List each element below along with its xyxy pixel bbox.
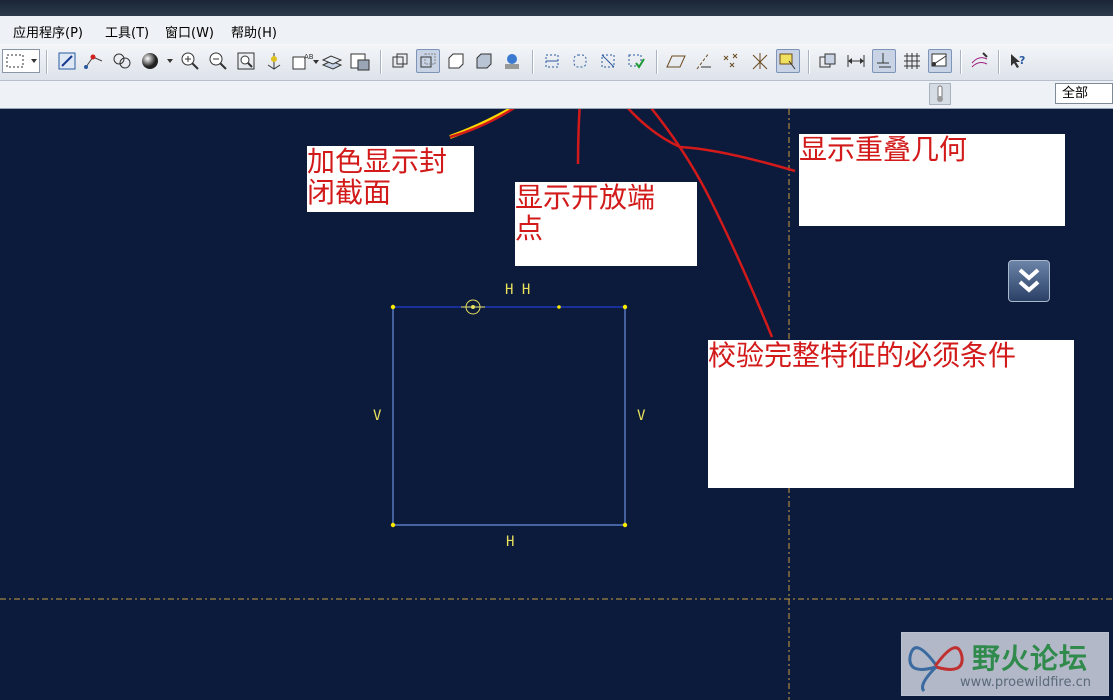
window-title-bar xyxy=(0,0,1113,16)
constraint-label-right: V xyxy=(637,408,646,424)
hidden-line-icon[interactable] xyxy=(416,49,440,73)
toolbar-separator xyxy=(46,50,48,74)
arrow-overlap xyxy=(627,109,796,173)
constraint-label-bottom: H xyxy=(506,534,515,550)
zoom-out-icon[interactable] xyxy=(206,49,230,73)
main-toolbar: AB ? xyxy=(0,44,1113,81)
toolbar-separator xyxy=(532,50,534,74)
annotation-line: 闭截面 xyxy=(307,176,392,209)
thermometer-icon[interactable] xyxy=(929,83,951,105)
select-box-icon[interactable] xyxy=(2,49,40,73)
dimension-display-icon[interactable] xyxy=(844,49,868,73)
butterfly-logo-icon xyxy=(908,646,964,693)
plane-display-icon[interactable] xyxy=(664,49,688,73)
annotation-line: 校验完整特征的必须条件 xyxy=(708,339,1017,372)
menu-window[interactable]: 窗口(W) xyxy=(165,22,214,41)
grid-display-icon[interactable] xyxy=(900,49,924,73)
arrow-open-ends xyxy=(576,109,581,165)
datum-point-icon[interactable] xyxy=(82,49,106,73)
overlapping-geometry-icon[interactable] xyxy=(596,49,620,73)
annotation-open-ends: 显示开放端 点 xyxy=(515,182,697,266)
appearance-icon[interactable] xyxy=(110,49,134,73)
shade-closed-loops-icon[interactable] xyxy=(540,49,564,73)
axis-display-icon[interactable] xyxy=(692,49,716,73)
sketcher-display-icon[interactable] xyxy=(500,49,524,73)
watermark-url: www.proewildfire.cn xyxy=(960,675,1091,690)
wireframe-icon[interactable] xyxy=(388,49,412,73)
no-hidden-icon[interactable] xyxy=(444,49,468,73)
selection-filter-select[interactable]: 全部 xyxy=(1055,83,1113,104)
arrow-shade-closed xyxy=(449,109,515,139)
csys-display-icon[interactable] xyxy=(748,49,772,73)
model-display-icon[interactable] xyxy=(348,49,372,73)
sketch-vertex xyxy=(622,522,628,528)
sketch-vertex xyxy=(390,522,396,528)
expand-panel-button[interactable] xyxy=(1008,260,1050,302)
saved-views-icon[interactable]: AB xyxy=(290,49,320,73)
paint-icon[interactable] xyxy=(968,49,992,73)
shading-sphere-icon[interactable] xyxy=(138,49,174,73)
annotation-line: 显示开放端 xyxy=(515,181,656,214)
toolbar-separator xyxy=(380,50,382,74)
annotation-overlap: 显示重叠几何 xyxy=(799,134,1065,226)
toolbar-separator xyxy=(656,50,658,74)
point-display-icon[interactable] xyxy=(720,49,744,73)
context-help-icon[interactable]: ? xyxy=(1006,49,1030,73)
sketch-icon[interactable] xyxy=(55,49,79,73)
menu-applications[interactable]: 应用程序(P) xyxy=(13,22,83,41)
annotation-line: 点 xyxy=(515,212,544,245)
menu-help[interactable]: 帮助(H) xyxy=(231,22,277,41)
annotation-feature-requirements: 校验完整特征的必须条件 xyxy=(708,340,1074,488)
sketch-midpoint xyxy=(557,305,561,309)
menu-bar: 应用程序(P) 工具(T) 窗口(W) 帮助(H) xyxy=(0,16,1113,45)
sketch-vertex xyxy=(390,304,396,310)
toolbar-separator xyxy=(960,50,962,74)
refit-icon[interactable] xyxy=(234,49,258,73)
double-chevron-down-icon xyxy=(1018,268,1040,293)
menu-tools[interactable]: 工具(T) xyxy=(105,22,149,41)
sketch-vertex xyxy=(622,304,628,310)
spin-center-icon[interactable] xyxy=(816,49,840,73)
svg-text:AB: AB xyxy=(304,53,314,61)
constraint-display-icon[interactable] xyxy=(872,49,896,73)
svg-text:?: ? xyxy=(1019,54,1025,67)
toolbar-separator xyxy=(998,50,1000,74)
vertex-display-icon[interactable] xyxy=(928,49,952,73)
constraint-label-left: V xyxy=(373,408,382,424)
feature-requirements-icon[interactable] xyxy=(624,49,648,73)
graphics-window[interactable]: H H V V H 加色显示封 闭截面 显示开放端 点 显示重叠几何 校验完整特… xyxy=(0,109,1113,700)
highlight-open-ends-icon[interactable] xyxy=(568,49,592,73)
layers-icon[interactable] xyxy=(320,49,344,73)
reorient-icon[interactable] xyxy=(262,49,286,73)
shading-icon[interactable] xyxy=(472,49,496,73)
annotation-shade-closed: 加色显示封 闭截面 xyxy=(307,146,474,212)
watermark-title: 野火论坛 xyxy=(972,642,1089,675)
toolbar-separator xyxy=(808,50,810,74)
constraint-label-top: H H xyxy=(505,282,531,298)
forum-watermark: 野火论坛 www.proewildfire.cn xyxy=(901,632,1109,696)
annotation-line: 显示重叠几何 xyxy=(799,133,968,166)
annotation-display-icon[interactable] xyxy=(776,49,800,73)
annotation-line: 加色显示封 xyxy=(307,145,448,178)
zoom-in-icon[interactable] xyxy=(178,49,202,73)
